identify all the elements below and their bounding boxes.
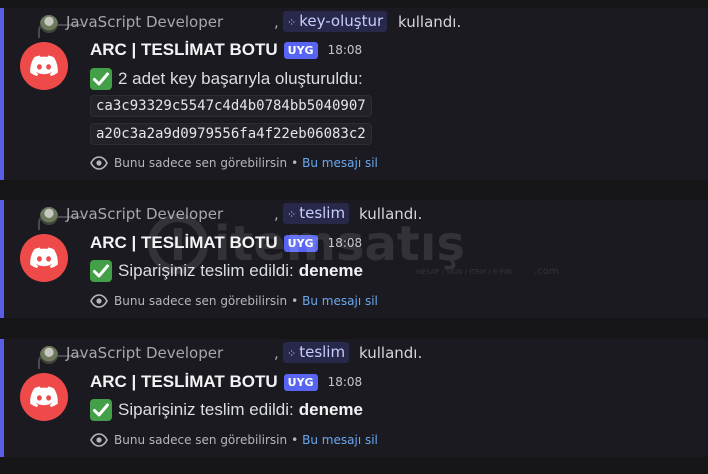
ephemeral-text: Bunu sadece sen görebilirsin — [114, 294, 288, 308]
message-header: ARC | TESLİMAT BOTU UYG 18:08 — [90, 372, 362, 392]
bot-name[interactable]: ARC | TESLİMAT BOTU — [90, 372, 278, 392]
bot-avatar[interactable] — [20, 42, 68, 90]
reply-header: JavaScript Developer , ⁘ key-oluştur kull… — [0, 8, 708, 36]
key-code: a20c3a2a9d0979556fa4f22eb06083c2 — [90, 123, 372, 145]
message-text: Siparişiniz teslim edildi: — [118, 400, 294, 419]
key-code: ca3c93329c5547c4d4b0784bb5040907 — [90, 95, 372, 117]
eye-icon — [90, 156, 108, 170]
message-1: JavaScript Developer , ⁘ key-oluştur kull… — [0, 8, 708, 180]
ephemeral-text: Bunu sadece sen görebilirsin — [114, 433, 288, 447]
bot-avatar[interactable] — [20, 234, 68, 282]
check-mark-icon — [90, 399, 112, 421]
message-2: JavaScript Developer , ⁘ teslim kullandı.… — [0, 200, 708, 318]
reply-header: JavaScript Developer , ⁘ teslim kullandı. — [0, 339, 708, 367]
separator-dot: • — [291, 156, 299, 170]
replied-username[interactable]: JavaScript Developer — [66, 13, 223, 31]
replied-username[interactable]: JavaScript Developer — [66, 205, 223, 223]
slash-command-icon: ⁘ — [287, 347, 297, 360]
ephemeral-notice: Bunu sadece sen görebilirsin • Bu mesajı… — [90, 156, 378, 170]
ephemeral-notice: Bunu sadece sen görebilirsin • Bu mesajı… — [90, 433, 378, 447]
ephemeral-text: Bunu sadece sen görebilirsin — [114, 156, 288, 170]
message-header: ARC | TESLİMAT BOTU UYG 18:08 — [90, 40, 362, 60]
eye-icon — [90, 294, 108, 308]
app-tag: UYG — [283, 41, 318, 59]
separator-dot: • — [291, 294, 299, 308]
separator-dot: • — [291, 433, 299, 447]
timestamp[interactable]: 18:08 — [328, 375, 363, 389]
bot-avatar[interactable] — [20, 373, 68, 421]
message-text: 2 adet key başarıyla oluşturuldu: — [118, 69, 363, 88]
delivered-item: deneme — [298, 261, 363, 280]
delivered-item: deneme — [298, 400, 363, 419]
app-tag: UYG — [283, 234, 318, 252]
bot-name[interactable]: ARC | TESLİMAT BOTU — [90, 233, 278, 253]
reply-comma: , — [274, 344, 279, 362]
message-content: 2 adet key başarıyla oluşturuldu: — [90, 68, 363, 90]
reply-comma: , — [274, 205, 279, 223]
slash-command-icon: ⁘ — [287, 208, 297, 221]
reply-used-text: kullandı. — [359, 344, 423, 362]
discord-logo-icon — [30, 55, 58, 77]
check-mark-icon — [90, 68, 112, 90]
reply-comma: , — [274, 13, 279, 31]
delete-message-link[interactable]: Bu mesajı sil — [302, 433, 378, 447]
ephemeral-notice: Bunu sadece sen görebilirsin • Bu mesajı… — [90, 294, 378, 308]
reply-header: JavaScript Developer , ⁘ teslim kullandı. — [0, 200, 708, 228]
command-mention[interactable]: ⁘ teslim — [283, 342, 350, 363]
discord-logo-icon — [30, 247, 58, 269]
replied-username[interactable]: JavaScript Developer — [66, 344, 223, 362]
command-mention[interactable]: ⁘ teslim — [283, 203, 350, 224]
discord-logo-icon — [30, 386, 58, 408]
message-text: Siparişiniz teslim edildi: — [118, 261, 294, 280]
timestamp[interactable]: 18:08 — [328, 236, 363, 250]
eye-icon — [90, 433, 108, 447]
reply-used-text: kullandı. — [359, 205, 423, 223]
message-content: Siparişiniz teslim edildi: deneme — [90, 260, 363, 282]
reply-used-text: kullandı. — [398, 13, 462, 31]
message-content: Siparişiniz teslim edildi: deneme — [90, 399, 363, 421]
timestamp[interactable]: 18:08 — [328, 43, 363, 57]
command-mention[interactable]: ⁘ key-oluştur — [283, 11, 388, 32]
app-tag: UYG — [283, 373, 318, 391]
delete-message-link[interactable]: Bu mesajı sil — [302, 156, 378, 170]
slash-command-icon: ⁘ — [287, 16, 297, 29]
check-mark-icon — [90, 260, 112, 282]
message-header: ARC | TESLİMAT BOTU UYG 18:08 — [90, 233, 362, 253]
message-3: JavaScript Developer , ⁘ teslim kullandı.… — [0, 339, 708, 457]
bot-name[interactable]: ARC | TESLİMAT BOTU — [90, 40, 278, 60]
delete-message-link[interactable]: Bu mesajı sil — [302, 294, 378, 308]
